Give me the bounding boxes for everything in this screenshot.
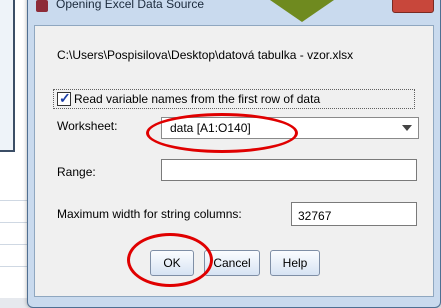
opening-excel-dialog: Opening Excel Data Source C:\Users\Pospi…	[27, 0, 441, 308]
range-input[interactable]	[161, 159, 417, 181]
background-window	[0, 0, 30, 308]
chevron-down-icon[interactable]	[402, 125, 412, 131]
file-path: C:\Users\Pospisilova\Desktop\datová tabu…	[57, 48, 354, 62]
background-gridline	[0, 244, 30, 245]
worksheet-highlight-circle	[146, 113, 298, 153]
read-variable-names-label: Read variable names from the first row o…	[74, 92, 321, 106]
range-label: Range:	[57, 165, 96, 179]
dialog-titlebar[interactable]: Opening Excel Data Source	[28, 0, 440, 17]
ok-highlight-circle	[127, 233, 213, 287]
read-variable-names-checkbox[interactable]: ✓	[57, 90, 71, 106]
close-button[interactable]	[392, 0, 434, 13]
green-arrow-annotation	[270, 0, 334, 22]
spss-app-icon	[36, 0, 48, 12]
max-width-value: 32767	[298, 209, 332, 223]
checkmark-icon: ✓	[59, 90, 71, 106]
max-width-label: Maximum width for string columns:	[57, 207, 242, 221]
help-button[interactable]: Help	[270, 250, 320, 276]
background-gridline	[0, 222, 30, 223]
dialog-title: Opening Excel Data Source	[56, 0, 205, 11]
background-gridline	[0, 266, 30, 267]
background-frame-edge	[0, 0, 15, 152]
background-gridline	[0, 200, 30, 201]
max-width-input[interactable]: 32767	[291, 202, 417, 226]
read-variable-names-option[interactable]: ✓ Read variable names from the first row…	[53, 89, 415, 109]
worksheet-label: Worksheet:	[57, 119, 118, 133]
